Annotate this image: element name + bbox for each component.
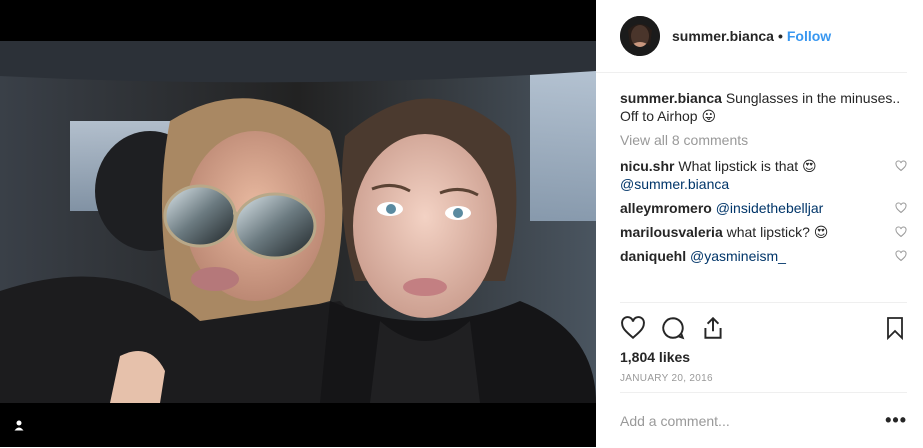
comment-like-icon[interactable] [895,226,907,238]
comment-mention[interactable]: @yasmineism_ [690,248,786,264]
comments-section: summer.bianca Sunglasses in the minuses.… [596,73,923,265]
comment-item: daniquehl @yasmineism_ [620,247,907,265]
comment-text: what lipstick? 😍 [722,224,829,240]
comment-icon[interactable] [660,315,686,341]
post-sidebar: summer.bianca • Follow summer.bianca Sun… [596,0,923,447]
comment-mention[interactable]: @summer.bianca [620,176,729,192]
add-comment-input[interactable]: Add a comment... [620,413,885,429]
post-photo[interactable] [0,41,596,403]
photo-illustration [0,41,596,403]
follow-button[interactable]: Follow [787,28,831,44]
post-media [0,0,596,447]
comment-mention[interactable]: @insidethebelljar [716,200,824,216]
comment-username[interactable]: nicu.shr [620,158,674,174]
comment-like-icon[interactable] [895,202,907,214]
post: summer.bianca • Follow summer.bianca Sun… [0,0,923,447]
caption: summer.bianca Sunglasses in the minuses.… [620,89,907,125]
header-username[interactable]: summer.bianca [672,28,774,44]
view-all-comments-link[interactable]: View all 8 comments [620,131,907,149]
more-options-icon[interactable]: ••• [885,410,907,431]
action-bar: 1,804 likes JANUARY 20, 2016 [620,302,907,384]
caption-username[interactable]: summer.bianca [620,90,722,106]
comment-item: nicu.shr What lipstick is that 😍 @summer… [620,157,907,193]
comment-like-icon[interactable] [895,160,907,172]
comment-like-icon[interactable] [895,250,907,262]
post-date[interactable]: JANUARY 20, 2016 [620,373,907,384]
add-comment-bar: Add a comment... ••• [620,392,907,448]
share-icon[interactable] [700,315,726,341]
comment-username[interactable]: daniquehl [620,248,686,264]
avatar[interactable] [620,16,660,56]
user-tag-icon[interactable] [7,413,31,437]
comment-item: alleymromero @insidethebelljar [620,199,907,217]
likes-count[interactable]: 1,804 likes [620,349,907,365]
comment-username[interactable]: alleymromero [620,200,712,216]
comment-text: What lipstick is that 😍 [674,158,817,174]
comment-item: marilousvaleria what lipstick? 😍 [620,223,907,241]
bookmark-icon[interactable] [883,315,907,341]
separator-dot: • [777,28,783,44]
heart-icon[interactable] [620,315,646,341]
comment-username[interactable]: marilousvaleria [620,224,723,240]
post-header: summer.bianca • Follow [596,0,907,73]
